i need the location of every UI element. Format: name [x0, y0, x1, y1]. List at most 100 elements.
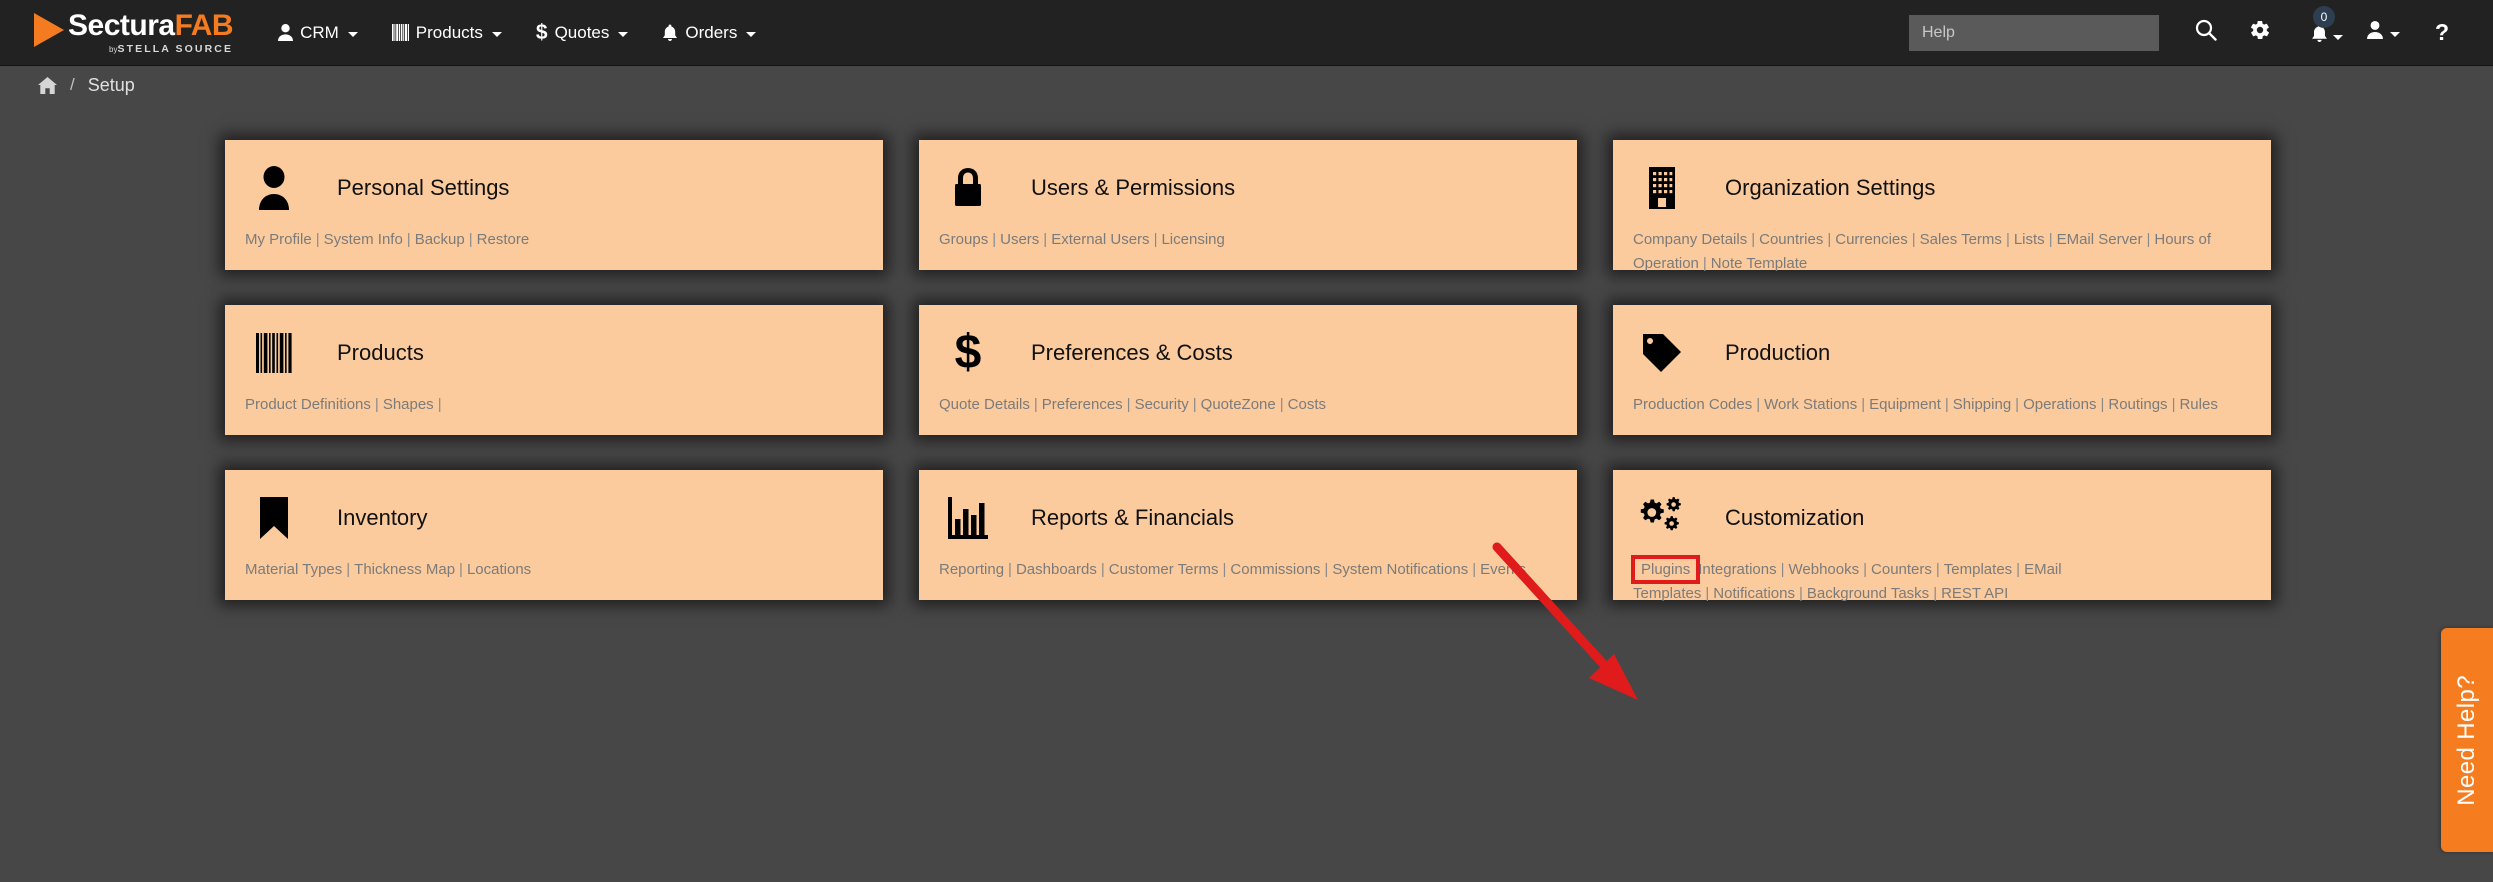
- help-button[interactable]: ?: [2415, 0, 2469, 66]
- link-system-info[interactable]: System Info: [324, 231, 403, 248]
- link-shipping[interactable]: Shipping: [1953, 396, 2011, 413]
- link-templates[interactable]: Templates: [1944, 561, 2012, 578]
- nav-item-quotes[interactable]: $ Quotes: [519, 0, 646, 66]
- link-counters[interactable]: Counters: [1871, 561, 1932, 578]
- link-quotezone[interactable]: QuoteZone: [1201, 396, 1276, 413]
- link-my-profile[interactable]: My Profile: [245, 231, 312, 248]
- link-licensing[interactable]: Licensing: [1161, 231, 1224, 248]
- link-groups[interactable]: Groups: [939, 231, 988, 248]
- link-company-details[interactable]: Company Details: [1633, 231, 1747, 248]
- link-locations[interactable]: Locations: [467, 561, 531, 578]
- card-title: Organization Settings: [1725, 175, 1936, 200]
- link-quote-details[interactable]: Quote Details: [939, 396, 1030, 413]
- link-lists[interactable]: Lists: [2014, 231, 2045, 248]
- barcode-icon: [247, 326, 301, 380]
- card-links: Plugins Integrations | Webhooks | Counters | Te…: [1630, 555, 2062, 603]
- card-products: Products Product Definitions | Shapes |: [225, 305, 883, 435]
- barcode-icon: [391, 24, 409, 41]
- link-rules[interactable]: Rules: [2179, 396, 2217, 413]
- brand-logo[interactable]: SecturaFAB bySTELLA SOURCE: [34, 0, 234, 66]
- link-material-types[interactable]: Material Types: [245, 561, 342, 578]
- link-thickness-map[interactable]: Thickness Map: [354, 561, 455, 578]
- dollar-icon: $: [535, 21, 548, 44]
- account-menu-button[interactable]: [2351, 0, 2415, 66]
- card-title: Products: [337, 340, 424, 365]
- link-email-server[interactable]: EMail Server: [2057, 231, 2143, 248]
- link-routings[interactable]: Routings: [2108, 396, 2167, 413]
- tag-icon: [1635, 326, 1689, 380]
- card-customization: Customization Plugins Integrations | Webhoo…: [1613, 470, 2271, 602]
- link-restore[interactable]: Restore: [477, 231, 530, 248]
- link-operations[interactable]: Operations: [2023, 396, 2096, 413]
- link-security[interactable]: Security: [1135, 396, 1189, 413]
- card-links: Quote Details | Preferences | Security | Quote…: [939, 396, 1326, 413]
- card-preferences-costs: $ Preferences & Costs Quote Details | Pref…: [919, 305, 1577, 435]
- card-users-permissions: Users & Permissions Groups | Users | Externa…: [919, 140, 1577, 270]
- link-rest-api[interactable]: REST API: [1941, 585, 2008, 602]
- question-mark-icon: ?: [2434, 19, 2450, 45]
- chevron-down-icon: [491, 31, 502, 37]
- card-links: Reporting | Dashboards | Customer Terms | Comm…: [939, 561, 1526, 578]
- card-inventory: Inventory Material Types | Thickness Map | L…: [225, 470, 883, 600]
- card-title: Production: [1725, 340, 1831, 365]
- help-search-input[interactable]: [1909, 14, 2159, 51]
- card-links: Groups | Users | External Users | Licensing: [939, 231, 1225, 248]
- link-costs[interactable]: Costs: [1288, 396, 1326, 413]
- brand-parent-company: STELLA SOURCE: [117, 42, 234, 55]
- link-events[interactable]: Events: [1480, 561, 1526, 578]
- brand-name-secondary: FAB: [174, 8, 234, 42]
- need-help-tab[interactable]: Need Help?: [2441, 628, 2493, 852]
- breadcrumb-separator: /: [70, 75, 75, 94]
- nav-item-orders[interactable]: Orders: [645, 0, 773, 66]
- settings-button[interactable]: [2233, 0, 2287, 66]
- link-reporting[interactable]: Reporting: [939, 561, 1004, 578]
- setup-card-grid: Personal Settings My Profile | System Info…: [225, 140, 2271, 602]
- link-product-definitions[interactable]: Product Definitions: [245, 396, 371, 413]
- chevron-down-icon: [618, 31, 629, 37]
- link-backup[interactable]: Backup: [415, 231, 465, 248]
- link-sales-terms[interactable]: Sales Terms: [1920, 231, 2002, 248]
- lock-icon: [941, 161, 995, 215]
- card-title: Reports & Financials: [1031, 505, 1234, 530]
- link-background-tasks[interactable]: Background Tasks: [1807, 585, 1929, 602]
- link-note-template[interactable]: Note Template: [1711, 255, 1807, 272]
- breadcrumb: / Setup: [0, 66, 2493, 104]
- chevron-down-icon: [2390, 31, 2400, 37]
- link-system-notifications[interactable]: System Notifications: [1332, 561, 1468, 578]
- search-icon: [2195, 19, 2217, 46]
- card-title: Inventory: [337, 505, 428, 530]
- nav-item-products-label: Products: [415, 22, 483, 42]
- bookmark-icon: [247, 491, 301, 545]
- link-preferences[interactable]: Preferences: [1042, 396, 1123, 413]
- card-production: Production Production Codes | Work Station…: [1613, 305, 2271, 435]
- nav-item-crm-label: CRM: [300, 22, 339, 42]
- link-production-codes[interactable]: Production Codes: [1633, 396, 1752, 413]
- user-icon: [278, 24, 294, 41]
- search-button[interactable]: [2179, 0, 2233, 66]
- link-integrations[interactable]: Integrations: [1698, 561, 1776, 578]
- notifications-button[interactable]: 0: [2287, 0, 2351, 66]
- home-icon[interactable]: [38, 76, 57, 94]
- link-work-stations[interactable]: Work Stations: [1764, 396, 1857, 413]
- link-countries[interactable]: Countries: [1759, 231, 1823, 248]
- link-plugins[interactable]: Plugins: [1630, 555, 1701, 584]
- nav-item-crm[interactable]: CRM: [261, 0, 375, 66]
- link-users[interactable]: Users: [1000, 231, 1039, 248]
- bar-chart-icon: [941, 491, 995, 545]
- link-notifications[interactable]: Notifications: [1713, 585, 1795, 602]
- gear-icon: [2249, 19, 2271, 46]
- notification-count-badge: 0: [2313, 5, 2335, 28]
- card-title: Personal Settings: [337, 175, 510, 200]
- link-external-users[interactable]: External Users: [1051, 231, 1149, 248]
- link-currencies[interactable]: Currencies: [1835, 231, 1908, 248]
- link-dashboards[interactable]: Dashboards: [1016, 561, 1097, 578]
- link-commissions[interactable]: Commissions: [1230, 561, 1320, 578]
- card-title: Users & Permissions: [1031, 175, 1236, 200]
- card-organization-settings: Organization Settings Company Details | Co…: [1613, 140, 2271, 272]
- link-webhooks[interactable]: Webhooks: [1789, 561, 1860, 578]
- gears-icon: [1635, 491, 1689, 545]
- nav-item-products[interactable]: Products: [375, 0, 519, 66]
- link-shapes[interactable]: Shapes: [383, 396, 434, 413]
- link-customer-terms[interactable]: Customer Terms: [1109, 561, 1219, 578]
- link-equipment[interactable]: Equipment: [1869, 396, 1941, 413]
